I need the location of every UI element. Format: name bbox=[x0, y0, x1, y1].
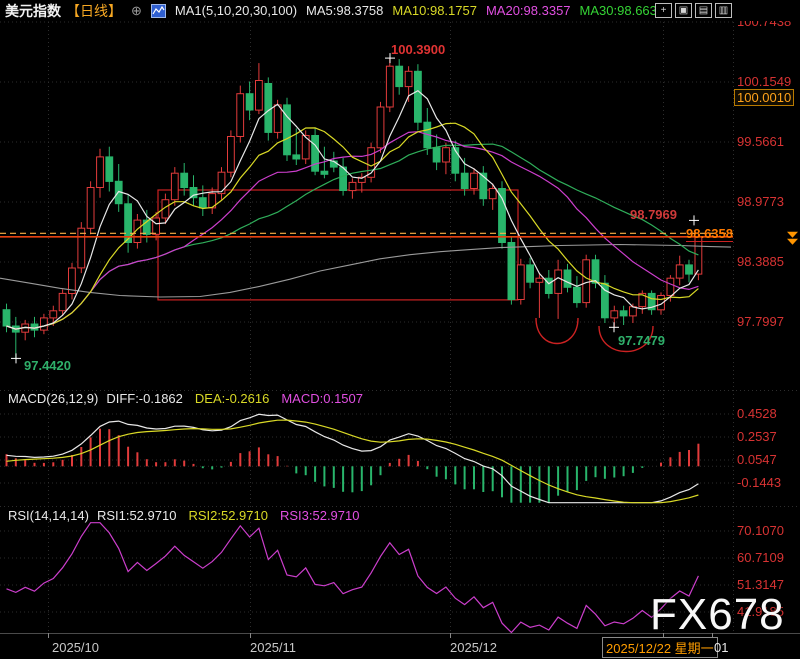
pan-icon[interactable]: + bbox=[655, 3, 672, 18]
ma-group-label: MA1(5,10,20,30,100) bbox=[174, 3, 298, 18]
rsi-header: RSI(14,14,14) RSI1:52.9710 RSI2:52.9710 … bbox=[8, 508, 359, 523]
macd-header: MACD(26,12,9) DIFF:-0.1862 DEA:-0.2616 M… bbox=[8, 391, 363, 406]
chart-toolbar: + ▣ ▤ ▥ bbox=[655, 3, 732, 18]
watermark: FX678 bbox=[650, 590, 785, 639]
ma20-value: MA20:98.3357 bbox=[485, 3, 571, 18]
chart-canvas[interactable] bbox=[0, 0, 800, 659]
panel-grid-icon[interactable]: ▣ bbox=[675, 3, 692, 18]
rsi-title: RSI(14,14,14) bbox=[8, 508, 89, 523]
chart-type-icon[interactable] bbox=[150, 3, 166, 18]
panel-rows-icon[interactable]: ▤ bbox=[695, 3, 712, 18]
macd-title: MACD(26,12,9) bbox=[8, 391, 99, 406]
panel-cols-icon[interactable]: ▥ bbox=[715, 3, 732, 18]
ma30-value: MA30:98.663 bbox=[579, 3, 657, 18]
macd-dea-value: DEA:-0.2616 bbox=[194, 391, 270, 406]
ma10-value: MA10:98.1757 bbox=[392, 3, 477, 18]
rsi2-value: RSI2:52.9710 bbox=[188, 508, 268, 523]
rsi3-value: RSI3:52.9710 bbox=[279, 508, 360, 523]
chart-app-window: 美元指数 【日线】 ⊕ MA1(5,10,20,30,100) MA5:98.3… bbox=[0, 0, 800, 659]
ma5-value: MA5:98.3758 bbox=[306, 3, 384, 18]
macd-diff-value: DIFF:-0.1862 bbox=[106, 391, 183, 406]
rsi1-value: RSI1:52.9710 bbox=[96, 508, 177, 523]
symbol-name: 美元指数 bbox=[5, 2, 61, 19]
macd-histogram-value: MACD:0.1507 bbox=[281, 391, 363, 406]
period-selector[interactable]: 【日线】 bbox=[66, 1, 122, 21]
add-indicator-icon[interactable]: ⊕ bbox=[131, 3, 142, 19]
